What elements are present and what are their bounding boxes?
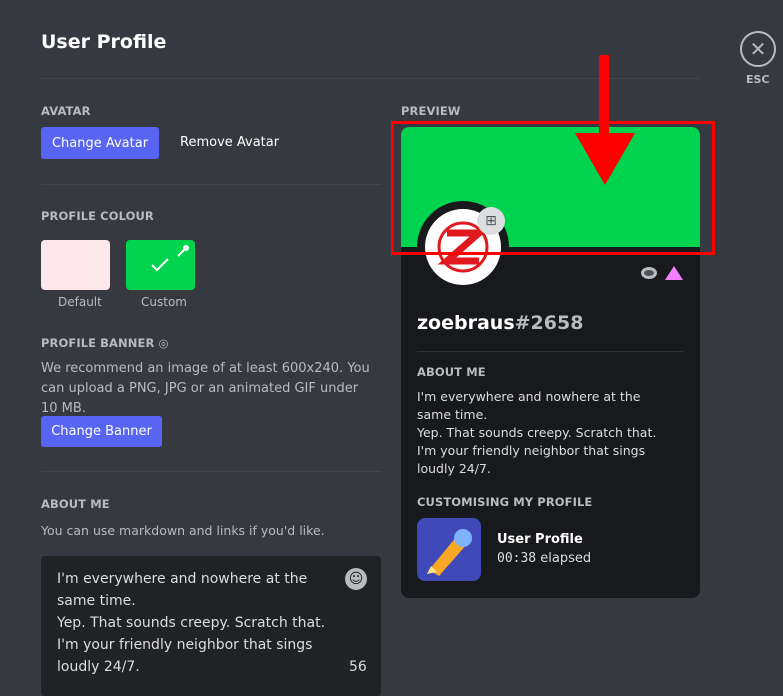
about-me-value: I'm everywhere and nowhere at the same t… [57, 571, 326, 675]
about-me-textarea[interactable]: I'm everywhere and nowhere at the same t… [41, 556, 381, 696]
default-label: Default [58, 295, 102, 309]
username: zoebraus#2658 [417, 312, 584, 334]
char-counter: 56 [349, 659, 367, 675]
red-arrow-icon [575, 55, 635, 185]
avatar-label: AVATAR [41, 104, 91, 118]
nitro-badge-icon [641, 267, 657, 279]
preview-about-label: ABOUT ME [417, 365, 486, 379]
profile-colour-label: PROFILE COLOUR [41, 209, 154, 223]
activity-label: CUSTOMISING MY PROFILE [417, 495, 593, 509]
custom-label: Custom [141, 295, 187, 309]
banner-description: We recommend an image of at least 600x24… [41, 361, 370, 416]
default-colour-swatch[interactable] [41, 240, 110, 290]
change-banner-button[interactable]: Change Banner [41, 416, 162, 447]
eyedropper-icon[interactable] [176, 244, 190, 258]
preview-about-text: I'm everywhere and nowhere at the same t… [417, 389, 657, 476]
activity-pencil-icon [417, 518, 481, 581]
boost-badge-icon [665, 266, 683, 280]
divider [41, 471, 381, 472]
custom-colour-swatch[interactable] [126, 240, 195, 290]
activity-elapsed: 00:38 elapsed [497, 551, 592, 566]
profile-banner-label: PROFILE BANNER ◎ [41, 336, 169, 350]
checkmark-icon [151, 258, 169, 272]
esc-label: ESC [746, 73, 770, 86]
highlight-box [391, 121, 715, 255]
activity-title: User Profile [497, 532, 583, 547]
about-me-label: ABOUT ME [41, 497, 110, 511]
remove-avatar-button[interactable]: Remove Avatar [180, 135, 279, 150]
about-me-hint: You can use markdown and links if you'd … [41, 523, 325, 538]
close-button[interactable]: ✕ [740, 31, 776, 67]
emoji-icon[interactable]: ☺ [345, 568, 367, 590]
change-avatar-button[interactable]: Change Avatar [41, 127, 159, 159]
divider [41, 184, 381, 185]
nitro-icon: ◎ [158, 336, 169, 350]
divider [417, 351, 684, 352]
preview-label: PREVIEW [401, 104, 461, 118]
page-title: User Profile [41, 31, 167, 53]
close-icon: ✕ [749, 37, 767, 61]
